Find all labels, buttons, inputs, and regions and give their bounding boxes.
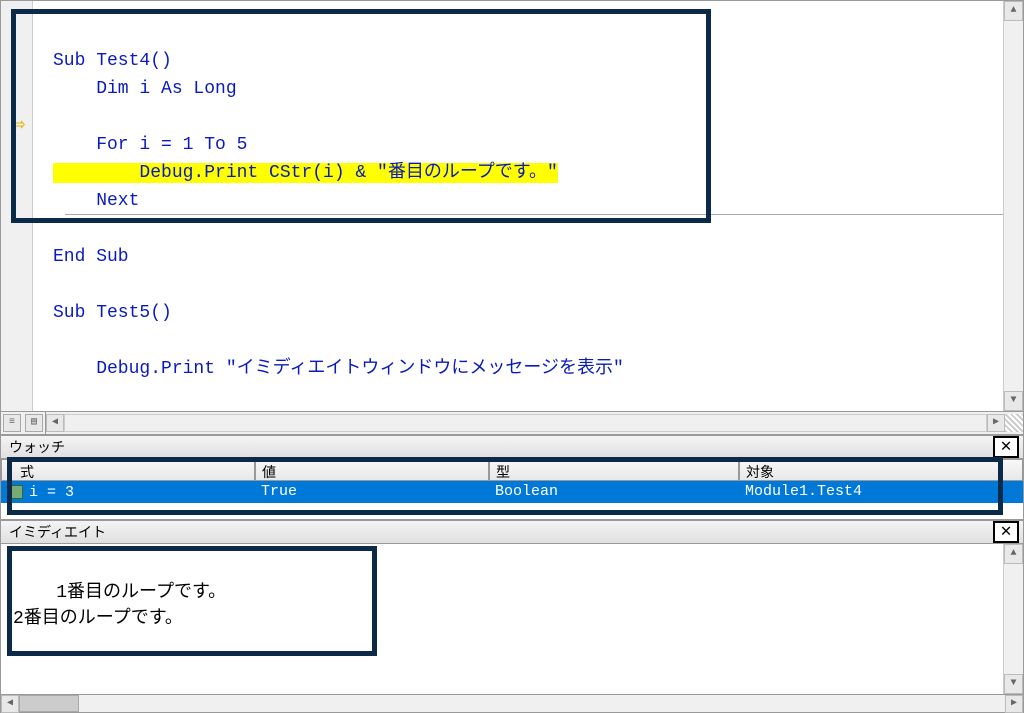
imm-hscroll-right-button[interactable]: ▶ bbox=[1005, 695, 1023, 713]
watch-panel-body: 式 値 型 対象 i = 3 True Boolean Module1.Test… bbox=[0, 459, 1024, 520]
imm-hscroll-left-button[interactable]: ◀ bbox=[1, 695, 19, 713]
resize-grip-icon[interactable] bbox=[1005, 414, 1023, 432]
hscroll-left-button[interactable]: ◀ bbox=[46, 414, 64, 432]
current-line-arrow-icon: ⇨ bbox=[13, 111, 25, 137]
immediate-panel-header: イミディエイト ✕ bbox=[0, 520, 1024, 544]
scroll-down-button[interactable]: ▼ bbox=[1004, 391, 1023, 411]
watch-panel-header: ウォッチ ✕ bbox=[0, 435, 1024, 459]
full-module-view-button[interactable]: ▤ bbox=[25, 414, 43, 432]
code-gutter: ⇨ bbox=[1, 1, 33, 411]
code-content[interactable]: Sub Test4() Dim i As Long For i = 1 To 5… bbox=[33, 1, 1003, 411]
watch-col-type[interactable]: 型 bbox=[489, 459, 739, 481]
watch-expr-text: i = 3 bbox=[29, 484, 74, 501]
scroll-up-button[interactable]: ▲ bbox=[1004, 1, 1023, 21]
watch-row[interactable]: i = 3 True Boolean Module1.Test4 bbox=[1, 481, 1023, 503]
imm-hscroll-thumb[interactable] bbox=[19, 695, 79, 712]
watch-cell-expression: i = 3 bbox=[1, 481, 255, 503]
watch-col-expression[interactable]: 式 bbox=[1, 459, 255, 481]
procedure-view-button[interactable]: ≡ bbox=[3, 414, 21, 432]
watch-panel-title: ウォッチ bbox=[9, 437, 65, 457]
code-current-line: Debug.Print CStr(i) & "番目のループです。" bbox=[53, 163, 558, 183]
watch-column-headers: 式 値 型 対象 bbox=[1, 459, 1023, 481]
immediate-horizontal-scrollbar[interactable]: ◀ ▶ bbox=[0, 695, 1024, 713]
watch-cell-value: True bbox=[255, 481, 489, 503]
imm-hscroll-track[interactable] bbox=[79, 695, 1005, 712]
immediate-panel-body: 1番目のループです。 2番目のループです。 ▲ ▼ bbox=[0, 544, 1024, 695]
immediate-panel-title: イミディエイト bbox=[9, 522, 106, 542]
watch-cell-type: Boolean bbox=[489, 481, 739, 503]
code-line-dim: Dim i As Long bbox=[53, 79, 237, 99]
view-mode-buttons: ≡ ▤ bbox=[1, 412, 46, 434]
code-proc-separator bbox=[65, 214, 1003, 215]
code-line-endsub1: End Sub bbox=[53, 247, 129, 267]
code-editor-pane: ⇨ Sub Test4() Dim i As Long For i = 1 To… bbox=[0, 0, 1024, 412]
hscroll-right-button[interactable]: ▶ bbox=[987, 414, 1005, 432]
watch-glasses-icon bbox=[7, 485, 23, 499]
imm-scroll-down-button[interactable]: ▼ bbox=[1004, 674, 1023, 694]
watch-cell-context: Module1.Test4 bbox=[739, 481, 1023, 503]
immediate-output[interactable]: 1番目のループです。 2番目のループです。 bbox=[1, 544, 1003, 694]
watch-close-button[interactable]: ✕ bbox=[993, 436, 1019, 458]
code-line-sub1: Sub Test4() bbox=[53, 51, 172, 71]
code-line-next: Next bbox=[53, 191, 139, 211]
scroll-track[interactable] bbox=[1004, 21, 1023, 391]
immediate-vertical-scrollbar[interactable]: ▲ ▼ bbox=[1003, 544, 1023, 694]
imm-scroll-track[interactable] bbox=[1004, 564, 1023, 674]
imm-scroll-up-button[interactable]: ▲ bbox=[1004, 544, 1023, 564]
immediate-close-button[interactable]: ✕ bbox=[993, 521, 1019, 543]
code-line-sub2: Sub Test5() bbox=[53, 303, 172, 323]
immediate-output-text: 1番目のループです。 2番目のループです。 bbox=[13, 583, 226, 629]
code-vertical-scrollbar[interactable]: ▲ ▼ bbox=[1003, 1, 1023, 411]
watch-col-context[interactable]: 対象 bbox=[739, 459, 1023, 481]
code-scroll-area[interactable]: Sub Test4() Dim i As Long For i = 1 To 5… bbox=[33, 1, 1003, 411]
watch-col-value[interactable]: 値 bbox=[255, 459, 489, 481]
code-line-for: For i = 1 To 5 bbox=[53, 135, 247, 155]
code-horizontal-scrollbar[interactable] bbox=[64, 414, 987, 432]
code-line-debug2: Debug.Print "イミディエイトウィンドウにメッセージを表示" bbox=[53, 359, 624, 379]
code-bottom-strip: ≡ ▤ ◀ ▶ bbox=[0, 412, 1024, 435]
